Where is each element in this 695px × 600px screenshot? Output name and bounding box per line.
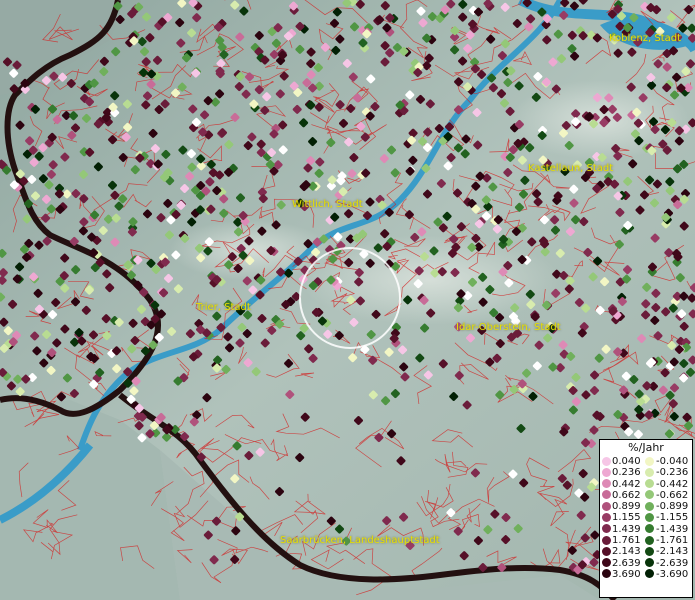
label-kastellaun: Kastellaun, Stadt	[528, 163, 614, 174]
legend-swatch-positive	[601, 524, 611, 534]
legend-swatch-positive	[601, 558, 611, 568]
legend-value-negative: -1.761	[655, 535, 689, 547]
legend-row: 0.899 -0.899	[600, 501, 692, 512]
map-legend: %/Jahr 0.040 -0.040 0.236 -0.236 0.442 -0.442…	[599, 439, 693, 598]
legend-swatch-positive	[601, 501, 611, 511]
legend-row: 0.662 -0.662	[600, 490, 692, 501]
legend-value-negative: -1.155	[655, 512, 689, 524]
legend-row: 3.690 -3.690	[600, 569, 692, 580]
legend-title: %/Jahr	[628, 441, 664, 454]
legend-swatch-positive	[601, 456, 611, 466]
legend-row: 1.439 -1.439	[600, 524, 692, 535]
map-canvas	[0, 0, 695, 600]
legend-value-positive: 2.639	[612, 557, 641, 569]
legend-row: 0.040 -0.040	[600, 456, 692, 467]
map-view[interactable]: Koblenz, Stadt Kastellaun, Stadt Wittlic…	[0, 0, 695, 600]
label-trier: Trier, Stadt	[196, 302, 251, 313]
legend-value-positive: 1.439	[612, 523, 641, 535]
legend-swatch-negative	[645, 558, 655, 568]
legend-row: 1.155 -1.155	[600, 512, 692, 523]
legend-value-positive: 1.761	[612, 535, 641, 547]
legend-swatch-negative	[645, 535, 655, 545]
legend-swatch-negative	[645, 512, 655, 522]
legend-row: 2.639 -2.639	[600, 558, 692, 569]
legend-swatch-negative	[645, 456, 655, 466]
legend-value-negative: -3.690	[655, 568, 689, 580]
legend-row: 2.143 -2.143	[600, 546, 692, 557]
legend-row: 0.442 -0.442	[600, 479, 692, 490]
legend-swatch-negative	[645, 546, 655, 556]
legend-swatch-negative	[645, 569, 655, 579]
legend-value-positive: 2.143	[612, 546, 641, 558]
legend-value-negative: -0.899	[655, 501, 689, 513]
label-wittlich: Wittlich, Stadt	[292, 199, 363, 210]
legend-swatch-negative	[645, 524, 655, 534]
legend-swatch-positive	[601, 490, 611, 500]
legend-value-positive: 0.040	[612, 456, 641, 467]
legend-value-negative: -0.662	[655, 489, 689, 501]
legend-row: 0.236 -0.236	[600, 467, 692, 478]
legend-swatch-negative	[645, 501, 655, 511]
legend-value-positive: 0.442	[612, 478, 641, 490]
legend-table: 0.040 -0.040 0.236 -0.236 0.442 -0.442 0.662 -0…	[600, 456, 692, 580]
legend-value-positive: 0.899	[612, 501, 641, 513]
legend-swatch-negative	[645, 479, 655, 489]
legend-value-positive: 0.662	[612, 489, 641, 501]
legend-value-positive: 3.690	[612, 568, 641, 580]
legend-swatch-positive	[601, 467, 611, 477]
legend-swatch-positive	[601, 569, 611, 579]
legend-swatch-negative	[645, 467, 655, 477]
legend-value-positive: 1.155	[612, 512, 641, 524]
legend-swatch-positive	[601, 535, 611, 545]
legend-value-negative: -2.143	[655, 546, 689, 558]
legend-value-positive: 0.236	[612, 467, 641, 479]
legend-value-negative: -1.439	[655, 523, 689, 535]
legend-value-negative: -0.236	[655, 467, 689, 479]
legend-swatch-negative	[645, 490, 655, 500]
legend-value-negative: -0.442	[655, 478, 689, 490]
legend-swatch-positive	[601, 479, 611, 489]
legend-value-negative: -0.040	[655, 456, 689, 467]
legend-swatch-positive	[601, 546, 611, 556]
legend-swatch-positive	[601, 512, 611, 522]
label-idar-oberstein: Idar-Oberstein, Stadt	[456, 322, 561, 333]
legend-value-negative: -2.639	[655, 557, 689, 569]
legend-row: 1.761 -1.761	[600, 535, 692, 546]
label-saarbruecken: Saarbrücken, Landeshauptstadt	[280, 535, 440, 546]
label-koblenz: Koblenz, Stadt	[609, 33, 682, 44]
